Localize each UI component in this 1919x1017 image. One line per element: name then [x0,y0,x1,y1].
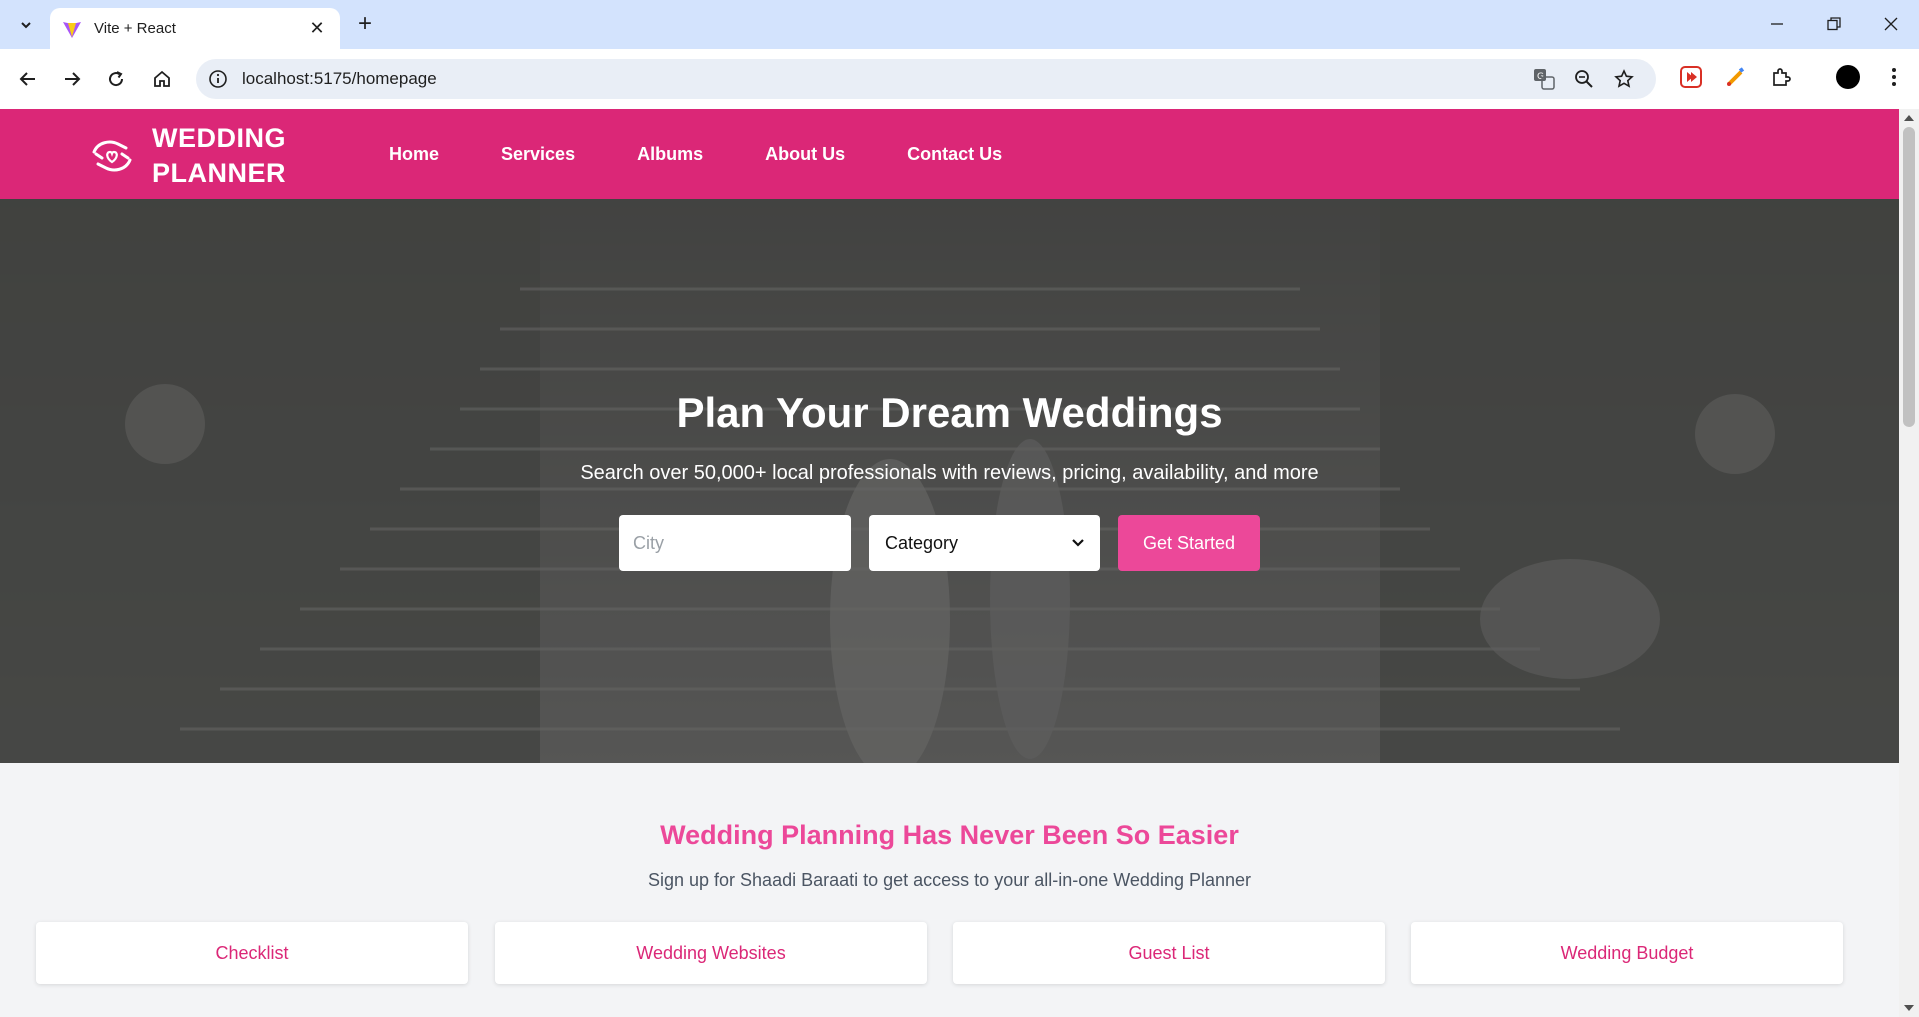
close-window-icon[interactable] [1871,10,1911,38]
planning-section: Wedding Planning Has Never Been So Easie… [0,763,1899,1017]
profile-avatar[interactable] [1834,63,1862,91]
forward-arrow-icon[interactable] [56,63,88,95]
translate-icon[interactable]: G [1532,67,1556,91]
tab-close-icon[interactable]: ✕ [306,18,328,39]
nav-contact-us[interactable]: Contact Us [907,144,1002,165]
tab-search-chevron-icon[interactable] [12,11,40,39]
chevron-down-icon [1072,536,1084,551]
city-input[interactable] [619,515,851,571]
browser-toolbar: localhost:5175/homepage G [0,49,1919,109]
hero-title: Plan Your Dream Weddings [676,389,1223,436]
hero-subtitle: Search over 50,000+ local professionals … [580,462,1319,484]
hero-section: Plan Your Dream Weddings Search over 50,… [0,199,1899,763]
logo-line-2: PLANNER [152,158,287,188]
category-select-value: Category [885,532,959,553]
nav-albums[interactable]: Albums [637,144,703,165]
extension-pencil-icon[interactable] [1722,63,1750,91]
site-header: WEDDING PLANNER Home Services Albums Abo… [0,109,1899,199]
scroll-down-arrow-icon[interactable] [1904,1005,1914,1011]
browser-menu-icon[interactable] [1880,63,1908,91]
vite-favicon-icon [63,21,81,38]
scroll-up-arrow-icon[interactable] [1904,115,1914,121]
main-nav: Home Services Albums About Us Contact Us [389,109,1064,199]
card-wedding-websites[interactable]: Wedding Websites [495,922,927,984]
card-wedding-budget[interactable]: Wedding Budget [1411,922,1843,984]
address-bar[interactable]: localhost:5175/homepage G [196,59,1656,99]
tab-title: Vite + React [94,20,176,37]
nav-home[interactable]: Home [389,144,439,165]
logo-line-1: WEDDING [152,123,286,153]
category-select[interactable]: Category [869,515,1100,571]
nav-about-us[interactable]: About Us [765,144,845,165]
url-text: localhost:5175/homepage [242,69,437,88]
new-tab-plus-icon[interactable]: + [352,12,378,38]
home-icon[interactable] [146,63,178,95]
restore-icon[interactable] [1814,10,1854,38]
hands-heart-icon [92,140,132,172]
browser-tab-bar: Vite + React ✕ + [0,0,1919,49]
bookmark-star-icon[interactable] [1612,67,1636,91]
nav-services[interactable]: Services [501,144,575,165]
back-arrow-icon[interactable] [12,63,44,95]
scrollbar-thumb[interactable] [1903,127,1915,427]
card-guest-list[interactable]: Guest List [953,922,1385,984]
get-started-button[interactable]: Get Started [1118,515,1260,571]
page-viewport: WEDDING PLANNER Home Services Albums Abo… [0,109,1899,1017]
browser-tab[interactable]: Vite + React ✕ [50,8,340,49]
minimize-icon[interactable] [1757,10,1797,38]
planning-title: Wedding Planning Has Never Been So Easie… [660,820,1239,850]
zoom-icon[interactable] [1572,67,1596,91]
extension-record-icon[interactable] [1677,63,1705,91]
extensions-puzzle-icon[interactable] [1767,63,1795,91]
card-checklist[interactable]: Checklist [36,922,468,984]
page-scrollbar[interactable] [1899,109,1919,1017]
reload-icon[interactable] [100,63,132,95]
planning-subtitle: Sign up for Shaadi Baraati to get access… [647,870,1252,890]
site-logo[interactable]: WEDDING PLANNER [88,121,312,191]
site-info-icon[interactable] [208,69,228,89]
